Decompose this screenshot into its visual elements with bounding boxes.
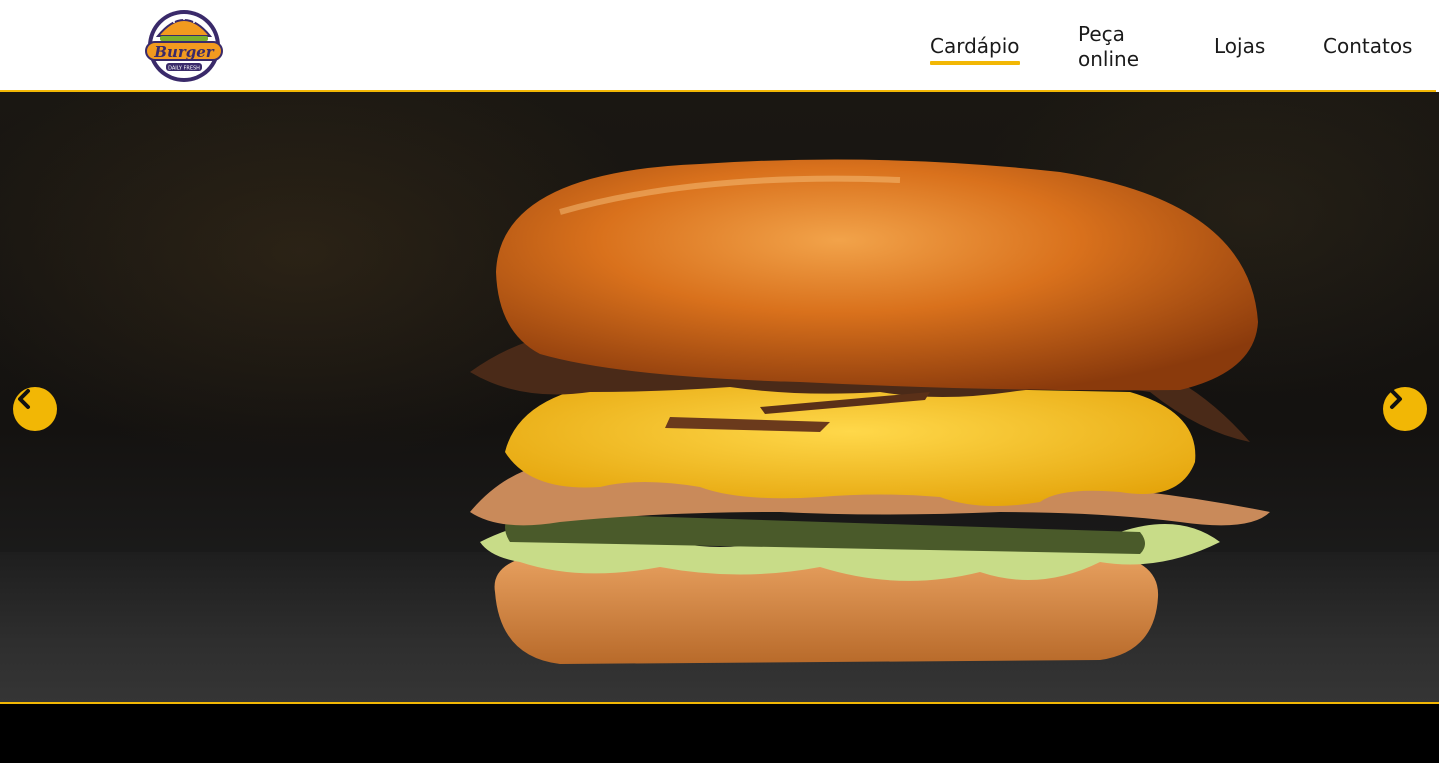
nav-item-contatos[interactable]: Contatos: [1323, 34, 1412, 59]
nav-item-lojas[interactable]: Lojas: [1214, 34, 1265, 59]
burger-photo: [470, 159, 1270, 664]
chevron-left-icon: [18, 389, 30, 409]
hero-carousel: [0, 92, 1439, 702]
nav-item-cardapio[interactable]: Cardápio: [930, 34, 1020, 65]
nav-item-peca-online[interactable]: Peça online: [1078, 22, 1158, 72]
site-header: Burger DAILY FRESH Cardápio Peça online …: [0, 0, 1439, 92]
footer-band: [0, 702, 1439, 763]
chevron-right-icon: [1390, 389, 1402, 409]
carousel-next-button[interactable]: [1383, 387, 1427, 431]
main-nav: Cardápio Peça online Lojas Contatos: [0, 0, 1439, 90]
carousel-prev-button[interactable]: [13, 387, 57, 431]
